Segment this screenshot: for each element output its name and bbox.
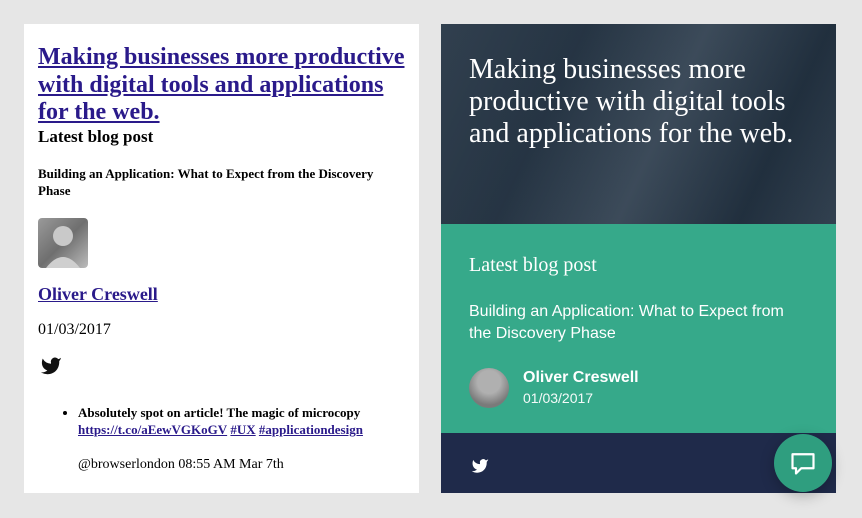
twitter-icon[interactable] [469,462,491,479]
latest-label: Latest blog post [469,254,808,277]
headline-link[interactable]: Making businesses more productive with d… [38,44,404,125]
hero-banner: Making businesses more productive with d… [441,24,836,224]
post-date: 01/03/2017 [38,321,405,339]
tweet-text: Absolutely spot on article! The magic of… [78,405,360,420]
author-name: Oliver Creswell [523,369,639,387]
twitter-icon[interactable] [38,355,405,382]
tweet-handle-line: @browserlondon 08:55 AM Mar 7th [78,457,405,473]
post-date: 01/03/2017 [523,390,639,406]
tweet-hashtag-appdesign[interactable]: #applicationdesign [259,422,363,437]
tweet-hashtag-ux[interactable]: #UX [230,422,255,437]
unstyled-card: Making businesses more productive with d… [24,24,419,493]
post-title: Building an Application: What to Expect … [38,165,405,200]
author-avatar [38,218,88,268]
tweet-link[interactable]: https://t.co/aEewVGKoGV [78,422,227,437]
chat-widget-button[interactable] [774,434,832,492]
tweet-item: Absolutely spot on article! The magic of… [78,404,405,439]
author-row: Oliver Creswell 01/03/2017 [469,368,808,408]
post-title[interactable]: Building an Application: What to Expect … [469,301,808,346]
styled-card: Making businesses more productive with d… [441,24,836,493]
teal-section: Latest blog post Building an Application… [441,224,836,433]
latest-label: Latest blog post [38,127,405,147]
hero-headline: Making businesses more productive with d… [469,54,808,151]
author-avatar [469,368,509,408]
author-link[interactable]: Oliver Creswell [38,284,158,305]
